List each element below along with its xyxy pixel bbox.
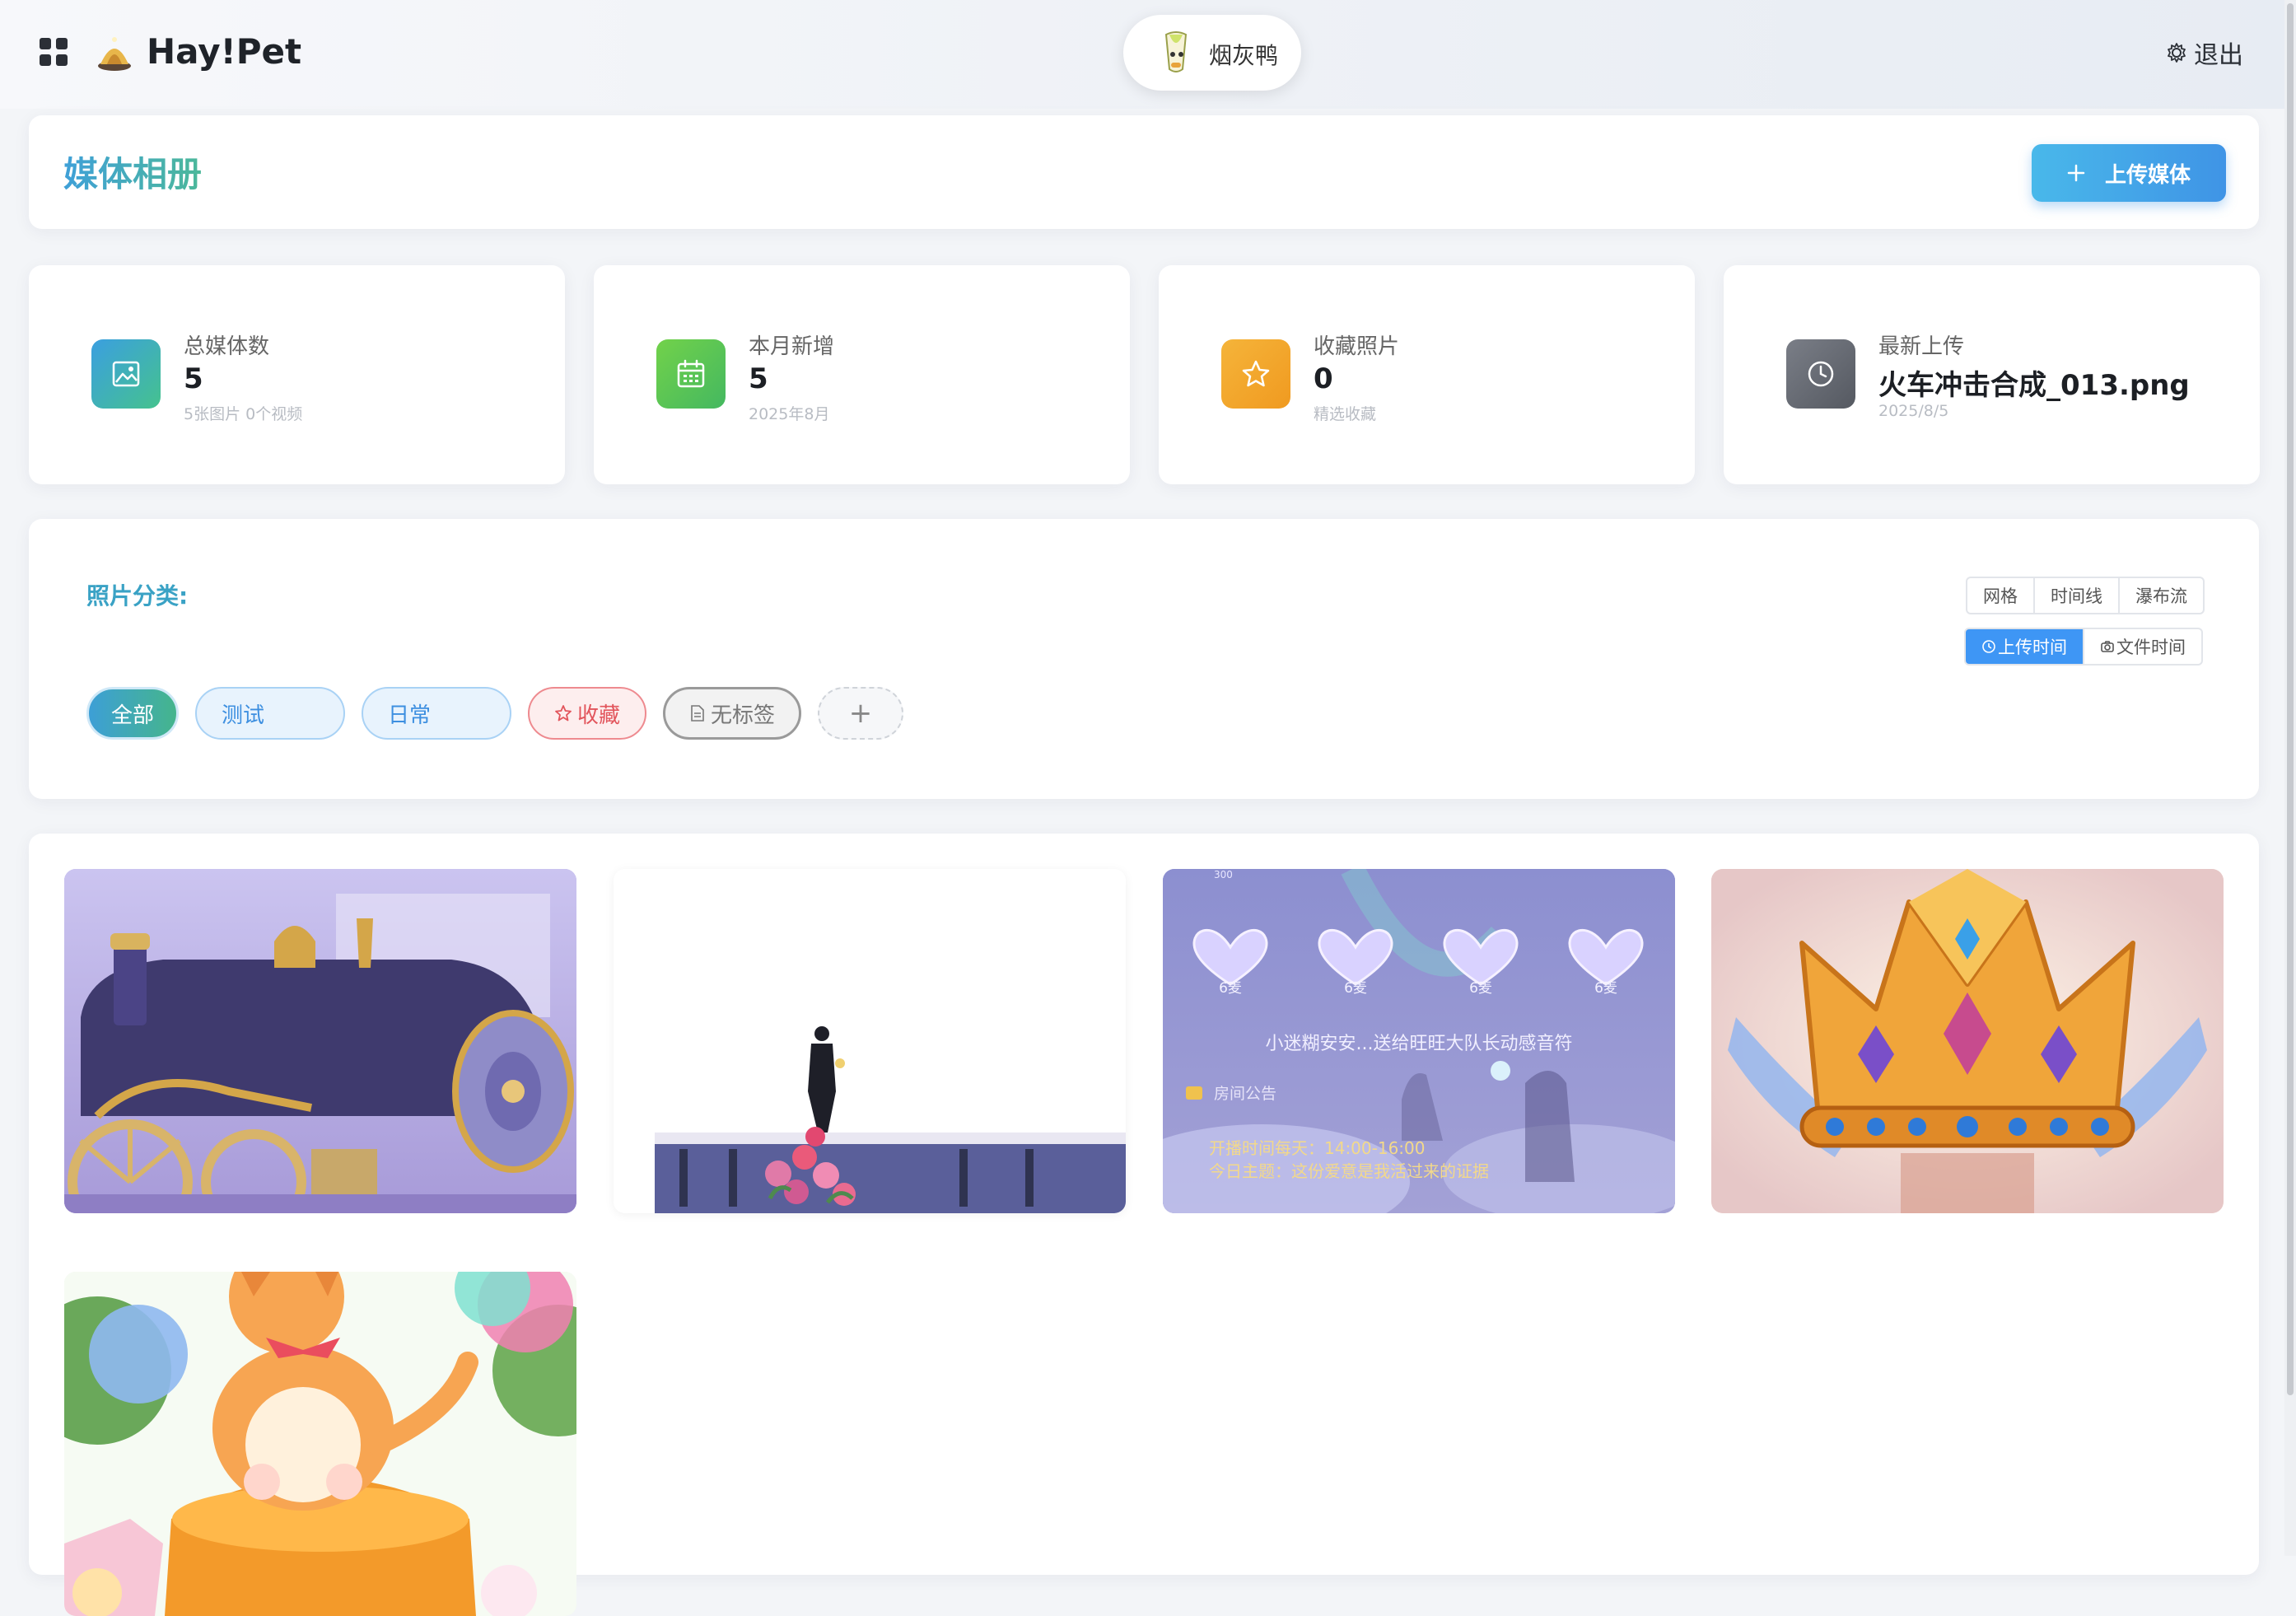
cat-image — [64, 1272, 576, 1616]
image-icon — [91, 339, 161, 409]
gallery-item-train[interactable] — [64, 869, 576, 1213]
document-icon — [691, 705, 704, 722]
category-chip-daily[interactable]: 日常 — [362, 687, 511, 740]
stat-label: 最新上传 — [1878, 334, 1965, 359]
gallery-card: 300 6麦 6麦 6麦 6麦 小迷糊安安...送给旺旺大队长动感音符 房间公告… — [29, 834, 2259, 1616]
stat-value: 0 — [1314, 362, 1333, 395]
camera-icon — [2101, 641, 2114, 652]
category-label: 照片分类: — [86, 582, 189, 610]
page-title: 媒体相册 — [63, 147, 202, 197]
stat-label: 收藏照片 — [1314, 334, 1400, 359]
notice-line-1: 开播时间每天：14:00-16:00 — [1209, 1138, 1426, 1158]
gallery-item-cat[interactable] — [64, 1272, 576, 1616]
stat-value: 5 — [749, 362, 768, 395]
chip-label: 收藏 — [576, 703, 620, 728]
stat-card-month: 本月新增 5 2025年8月 — [594, 265, 1130, 484]
notice-line-2: 今日主题：这份爱意是我活过来的证据 — [1209, 1161, 1489, 1181]
stat-label: 总媒体数 — [184, 334, 270, 359]
sort-mode-switch: 上传时间 文件时间 — [1964, 628, 2203, 666]
page-header-card: 媒体相册 上传媒体 — [29, 115, 2259, 229]
apps-grid-icon[interactable] — [40, 38, 68, 66]
chip-label: 测试 — [222, 703, 265, 728]
star-icon — [555, 705, 572, 722]
notice-title: 房间公告 — [1214, 1085, 1276, 1103]
logout-button[interactable]: 退出 — [2166, 36, 2243, 70]
coin-count: 300 — [1214, 869, 1233, 880]
mic-label: 6麦 — [1469, 980, 1492, 997]
scrollbar-thumb[interactable] — [2287, 3, 2294, 1395]
view-mode-waterfall[interactable]: 瀑布流 — [2120, 578, 2203, 613]
stat-subtext: 2025年8月 — [749, 405, 830, 423]
category-chip-favorites[interactable]: 收藏 — [528, 687, 646, 740]
brand-logo-icon — [98, 37, 131, 71]
calendar-icon — [656, 339, 726, 409]
crown-image — [1711, 869, 2224, 1213]
view-mode-grid[interactable]: 网格 — [1967, 578, 2035, 613]
mic-label: 6麦 — [1594, 980, 1617, 997]
view-mode-timeline[interactable]: 时间线 — [2035, 578, 2120, 613]
mic-label: 6麦 — [1219, 980, 1242, 997]
chip-label: 无标签 — [710, 703, 775, 728]
sort-file-time[interactable]: 文件时间 — [2084, 629, 2201, 664]
add-category-label: + — [848, 697, 873, 730]
brand-name: Hay!Pet — [147, 31, 302, 72]
stat-label: 本月新增 — [749, 334, 835, 359]
groom-image — [614, 869, 1126, 1213]
category-chip-all[interactable]: 全部 — [86, 687, 179, 740]
clock-icon — [1982, 640, 1995, 653]
upload-media-label: 上传媒体 — [2104, 162, 2191, 188]
mic-label: 6麦 — [1344, 980, 1367, 997]
gallery-item-crown[interactable] — [1711, 869, 2224, 1213]
stat-subtext: 精选收藏 — [1314, 405, 1377, 423]
stat-subtext: 2025/8/5 — [1878, 402, 1949, 420]
user-name: 烟灰鸭 — [1209, 42, 1279, 69]
plus-icon — [2067, 164, 2085, 182]
logout-label: 退出 — [2194, 41, 2243, 70]
sort-upload-time-label: 上传时间 — [1998, 638, 2067, 657]
gallery-item-groom[interactable] — [614, 869, 1126, 1213]
user-menu[interactable]: 烟灰鸭 — [1123, 15, 1301, 91]
clock-icon — [1786, 339, 1855, 409]
stat-value: 5 — [184, 362, 203, 395]
chip-label: 日常 — [388, 703, 432, 728]
sort-file-time-label: 文件时间 — [2116, 638, 2186, 657]
train-image — [64, 869, 576, 1213]
upload-media-button[interactable]: 上传媒体 — [2032, 144, 2226, 202]
sort-upload-time[interactable]: 上传时间 — [1966, 629, 2084, 664]
stat-subtext: 5张图片 0个视频 — [184, 405, 303, 423]
stat-card-favorites: 收藏照片 0 精选收藏 — [1159, 265, 1695, 484]
filter-card: 照片分类: 网格 时间线 瀑布流 上传时间 文件时间 全部 测试 日常 收藏 无… — [29, 519, 2259, 799]
stat-value: 火车冲击合成_013.png — [1878, 369, 2190, 402]
category-chip-test[interactable]: 测试 — [195, 687, 345, 740]
stat-card-total: 总媒体数 5 5张图片 0个视频 — [29, 265, 565, 484]
stream-room-image: 300 6麦 6麦 6麦 6麦 小迷糊安安...送给旺旺大队长动感音符 房间公告… — [1163, 869, 1675, 1213]
view-mode-switch: 网格 时间线 瀑布流 — [1966, 577, 2205, 614]
add-category-button[interactable]: + — [818, 687, 903, 740]
gift-banner: 小迷糊安安...送给旺旺大队长动感音符 — [1266, 1034, 1573, 1054]
stat-card-latest: 最新上传 火车冲击合成_013.png 2025/8/5 — [1724, 265, 2260, 484]
chip-label: 全部 — [110, 703, 154, 728]
category-chip-untagged[interactable]: 无标签 — [663, 687, 801, 740]
gear-icon — [2168, 43, 2186, 63]
star-icon — [1221, 339, 1290, 409]
gallery-item-stream-room[interactable]: 300 6麦 6麦 6麦 6麦 小迷糊安安...送给旺旺大队长动感音符 房间公告… — [1163, 869, 1675, 1213]
user-avatar — [1164, 31, 1188, 72]
